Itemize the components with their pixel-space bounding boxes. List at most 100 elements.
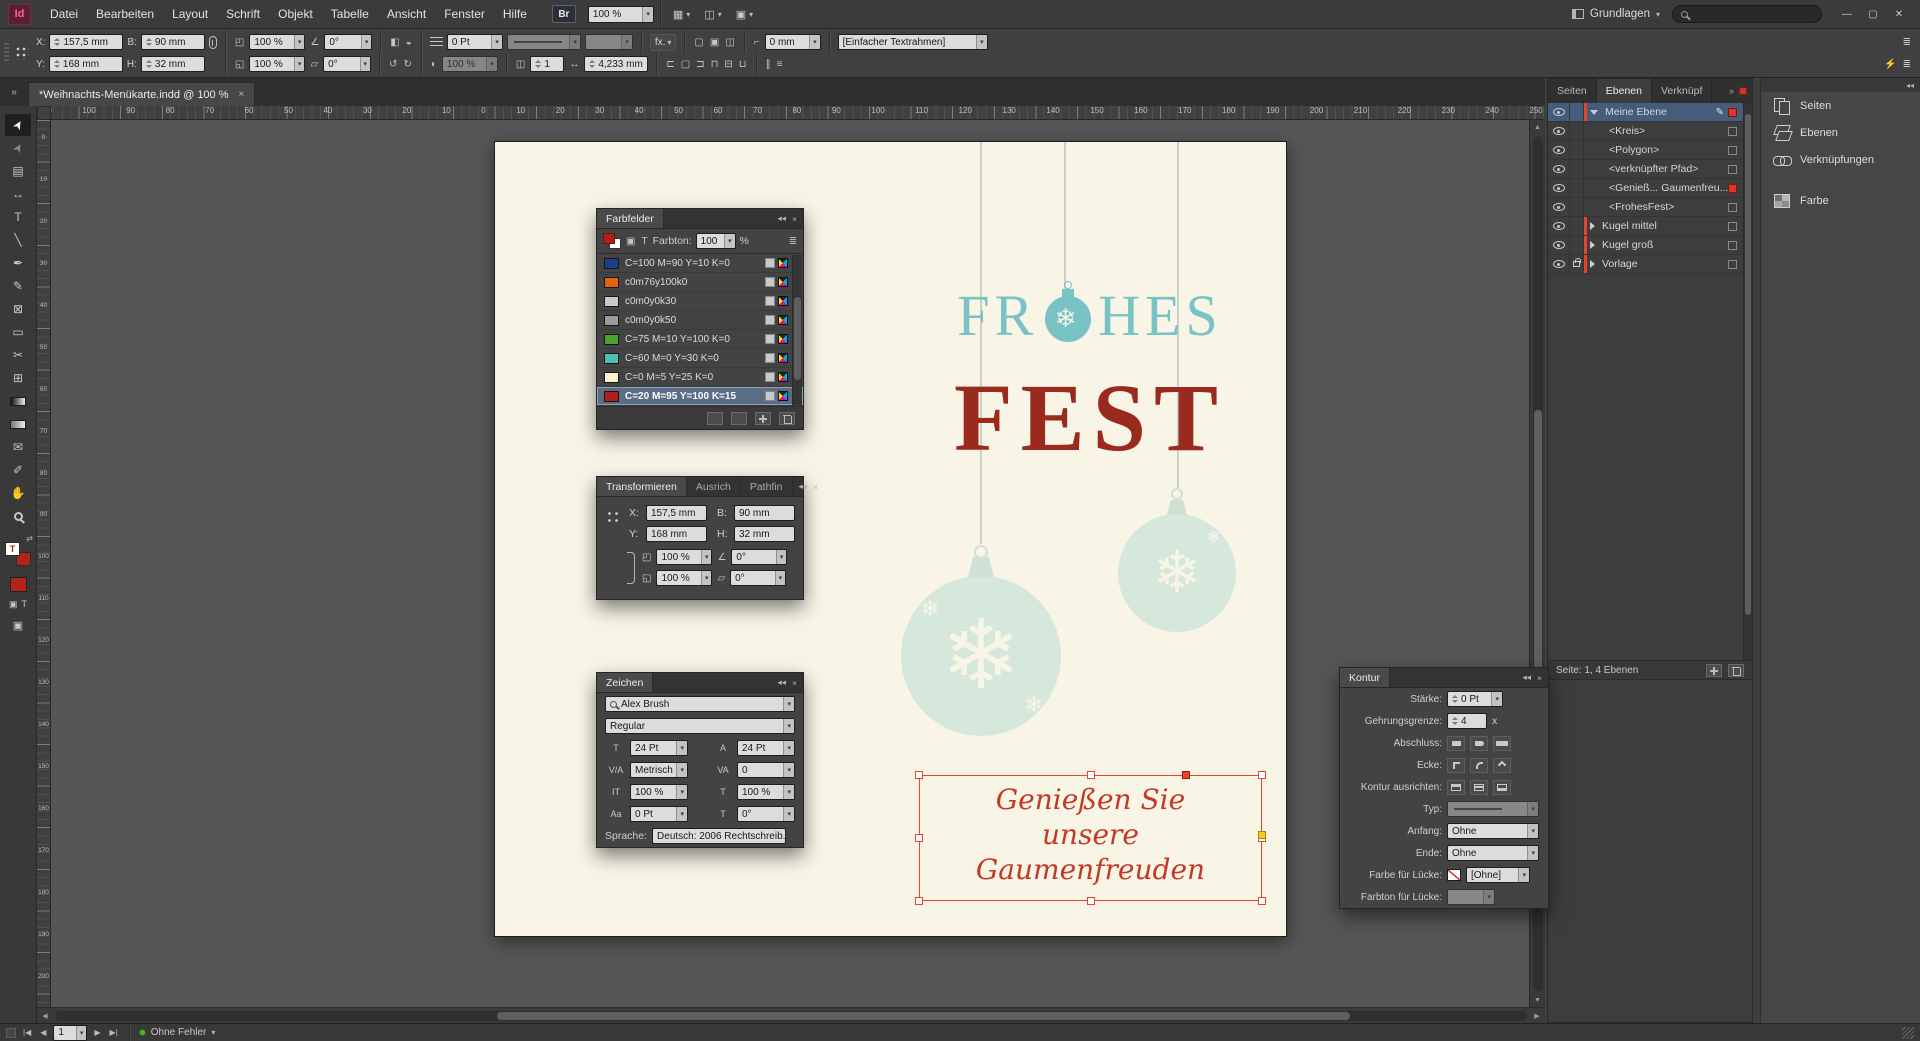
round-cap-button[interactable] [1470, 736, 1488, 751]
visibility-toggle[interactable] [1548, 122, 1570, 140]
layer-name[interactable]: Meine Ebene [1605, 106, 1667, 118]
selection-handle[interactable] [1087, 897, 1095, 905]
panel-tab[interactable]: Ausrich [687, 477, 741, 496]
fill-proxy[interactable]: T [5, 542, 20, 556]
lock-toggle[interactable] [1570, 198, 1584, 216]
butt-cap-button[interactable] [1447, 736, 1465, 751]
stroke-weight-field[interactable]: 0 Pt▾ [1447, 691, 1503, 707]
selection-proxy[interactable] [1728, 146, 1737, 155]
apply-color-button[interactable] [10, 577, 27, 592]
corner-editor-handle[interactable] [1258, 831, 1266, 839]
align-stroke-center-button[interactable] [1447, 780, 1465, 795]
status-grip[interactable] [6, 1028, 16, 1038]
swatch-row[interactable]: C=60 M=0 Y=30 K=0 [597, 349, 803, 368]
text-outport-handle[interactable] [1182, 771, 1190, 779]
panel-menu-icon[interactable]: ≣ [1902, 59, 1912, 70]
gap-color-select[interactable]: [Ohne]▾ [1466, 867, 1530, 883]
swatch-row[interactable]: c0m76y100k0 [597, 273, 803, 292]
free-transform-tool[interactable]: ⊞ [5, 367, 31, 389]
formatting-affects-container-icon[interactable]: ▣ [9, 599, 18, 610]
collapse-panel-icon[interactable]: ◂◂ [777, 677, 786, 688]
y-position-field[interactable]: 168 mm [49, 56, 123, 72]
close-panel-icon[interactable]: × [813, 482, 818, 492]
rotate-cw-button[interactable]: ↻ [402, 59, 412, 70]
panel-grip[interactable] [4, 43, 9, 63]
flip-horizontal-button[interactable]: ◧ [389, 37, 400, 48]
visibility-toggle[interactable] [1548, 217, 1570, 235]
collapse-dock-icon[interactable]: ◂◂ [1906, 81, 1914, 90]
zoom-level-select[interactable]: 100 % ▾ [588, 6, 654, 23]
first-page-button[interactable]: |◀ [21, 1028, 33, 1037]
gradient-feather-tool[interactable] [5, 413, 31, 435]
rectangle-frame-tool[interactable]: ⊠ [5, 298, 31, 320]
layer-name[interactable]: <Genieß... Gaumenfreu...> [1609, 182, 1728, 194]
font-family-select[interactable]: Alex Brush▾ [605, 696, 795, 712]
align-bottom-button[interactable]: ⊔ [738, 59, 748, 70]
menu-item[interactable]: Layout [163, 7, 217, 21]
align-center-button[interactable]: ▢ [680, 59, 691, 70]
layer-name[interactable]: <FrohesFest> [1609, 201, 1674, 213]
stroke-end-select[interactable]: Ohne▾ [1447, 845, 1539, 861]
fill-stroke-proxy[interactable] [603, 233, 621, 249]
effects-button[interactable]: fx.▾ [650, 34, 677, 51]
transform-x-field[interactable]: 157,5 mm [646, 505, 707, 521]
swatch-row[interactable]: c0m0y0k30 [597, 292, 803, 311]
menu-item[interactable]: Objekt [269, 7, 322, 21]
lock-toggle[interactable] [1570, 122, 1584, 140]
new-swatch-button[interactable] [755, 412, 771, 425]
collapse-panel-icon[interactable]: ◂◂ [1522, 672, 1531, 683]
visibility-toggle[interactable] [1548, 160, 1570, 178]
bevel-join-button[interactable] [1493, 758, 1511, 773]
scale-x-field[interactable]: 100 %▾ [249, 34, 305, 50]
scissors-tool[interactable]: ✂ [5, 344, 31, 366]
opacity-field[interactable]: 100 %▾ [442, 56, 498, 72]
selection-proxy[interactable] [1728, 184, 1737, 193]
expander-icon[interactable] [1590, 110, 1598, 115]
constrain-dimensions-icon[interactable] [209, 36, 217, 49]
visibility-toggle[interactable] [1548, 103, 1570, 121]
selection-proxy[interactable] [1728, 127, 1737, 136]
screen-mode-button[interactable]: ▣ [13, 619, 23, 632]
swatch-row[interactable]: c0m0y0k50 [597, 311, 803, 330]
visibility-toggle[interactable] [1548, 198, 1570, 216]
kerning-field[interactable]: Metrisch▾ [630, 762, 688, 778]
horizontal-scale-field[interactable]: 100 %▾ [737, 784, 795, 800]
arrange-documents-button[interactable]: ▣ ▾ [730, 8, 759, 21]
lock-toggle[interactable] [1570, 255, 1584, 273]
scroll-left-icon[interactable]: ◀ [37, 1012, 53, 1020]
text-wrap-none-button[interactable]: ▢ [693, 37, 704, 48]
bridge-button[interactable]: Br [552, 5, 576, 23]
restore-button[interactable]: ▢ [1860, 9, 1886, 20]
next-page-button[interactable]: ▶ [92, 1028, 102, 1037]
skew-field[interactable]: 0°▾ [737, 806, 795, 822]
delete-layer-button[interactable] [1728, 664, 1744, 677]
direct-selection-tool[interactable]: ➤ [5, 137, 31, 159]
view-options-button[interactable]: ▦ ▾ [667, 8, 696, 21]
gap-tool[interactable]: ↔ [5, 183, 31, 205]
align-top-button[interactable]: ⊓ [710, 59, 720, 70]
lock-toggle[interactable] [1570, 217, 1584, 235]
selected-text-frame[interactable]: Genießen SieunsereGaumenfreuden [919, 775, 1262, 901]
selection-handle[interactable] [1258, 771, 1266, 779]
minimize-button[interactable]: — [1834, 9, 1860, 20]
selection-proxy[interactable] [1728, 165, 1737, 174]
selection-proxy[interactable] [1728, 203, 1737, 212]
stroke-type-select[interactable]: ▾ [1447, 801, 1539, 817]
collapse-panel-icon[interactable]: ◂◂ [799, 481, 808, 492]
swatch-row[interactable]: C=0 M=5 Y=25 K=0 [597, 368, 803, 387]
menu-item[interactable]: Tabelle [322, 7, 378, 21]
resize-grip[interactable] [1902, 1027, 1914, 1039]
page-tool[interactable]: ▤ [5, 160, 31, 182]
previous-page-button[interactable]: ◀ [38, 1028, 48, 1037]
fill-stroke-proxy[interactable]: ⇄ T [5, 540, 31, 566]
close-panel-icon[interactable]: × [792, 214, 797, 224]
transform-scale-y-field[interactable]: 100 %▾ [656, 570, 712, 586]
shear-field[interactable]: 0°▾ [323, 56, 371, 72]
round-join-button[interactable] [1470, 758, 1488, 773]
scroll-up-icon[interactable]: ▲ [1534, 120, 1541, 134]
dock-item-seiten[interactable]: Seiten [1761, 92, 1920, 119]
scrollbar-thumb[interactable] [497, 1012, 1351, 1020]
layer-name[interactable]: <Kreis> [1609, 125, 1645, 137]
lock-toggle[interactable] [1570, 179, 1584, 197]
dock-expander-icon[interactable]: » [1729, 86, 1734, 96]
